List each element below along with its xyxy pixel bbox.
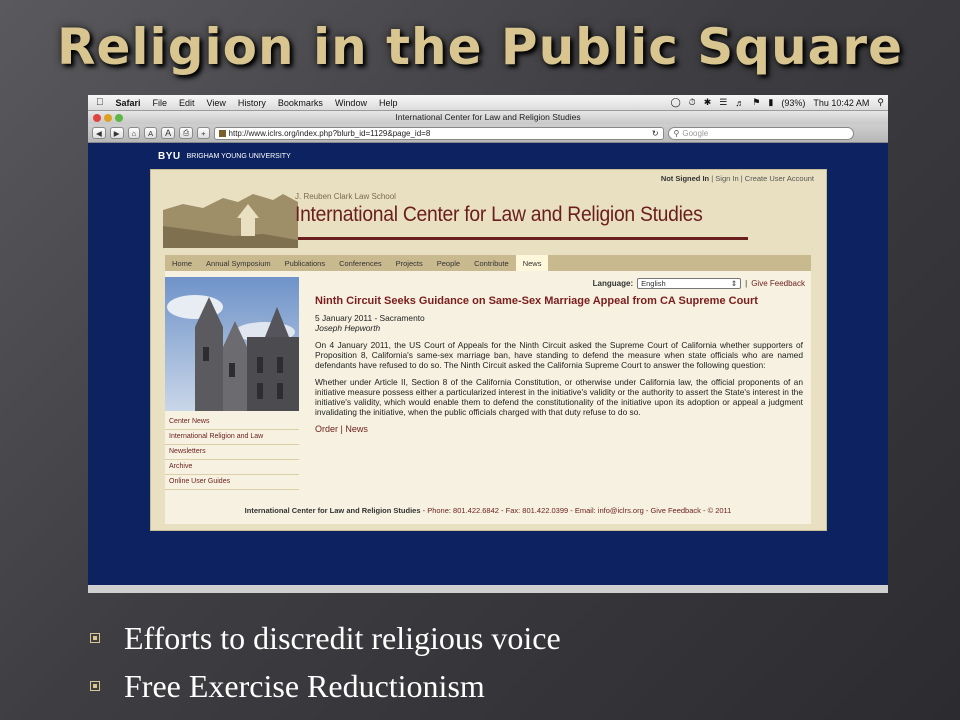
create-account-link[interactable]: Create User Account (745, 174, 814, 183)
bullet-square-icon (90, 681, 100, 691)
browser-toolbar: ◀ ▶ ⌂ A A ⎙ + http://www.iclrs.org/index… (88, 124, 888, 143)
apple-icon[interactable]:  (88, 97, 110, 108)
bluetooth-icon[interactable]: ✱ (700, 97, 716, 108)
text-larger-button[interactable]: A (161, 127, 176, 139)
search-input[interactable]: ⚲ Google (667, 126, 854, 140)
language-label: Language: (592, 279, 634, 288)
menu-window[interactable]: Window (329, 98, 373, 108)
search-icon: ⚲ (673, 128, 680, 138)
menubar-clock[interactable]: Thu 10:42 AM (809, 98, 873, 108)
menu-view[interactable]: View (201, 98, 232, 108)
menu-file[interactable]: File (147, 98, 174, 108)
side-nav: Center News International Religion and L… (165, 415, 299, 490)
news-link[interactable]: News (345, 424, 368, 434)
bullet-text: Free Exercise Reductionism (124, 667, 485, 704)
slide-bullets: Efforts to discredit religious voice Fre… (90, 614, 561, 710)
flag-icon[interactable]: ⚑ (748, 97, 764, 108)
nav-conferences[interactable]: Conferences (332, 259, 389, 268)
footer-feedback-link[interactable]: Give Feedback (650, 506, 700, 515)
article-paragraph-2: Whether under Article II, Section 8 of t… (315, 377, 803, 417)
sidenav-international-religion-law[interactable]: International Religion and Law (165, 430, 299, 445)
school-name: J. Reuben Clark Law School (295, 192, 396, 201)
battery-percent: (93%) (781, 97, 806, 108)
window-bottom-edge (88, 585, 888, 593)
article-headline: Ninth Circuit Seeks Guidance on Same-Sex… (315, 295, 758, 307)
article-paragraph-1: On 4 January 2011, the US Court of Appea… (315, 340, 803, 370)
news-article: Ninth Circuit Seeks Guidance on Same-Sex… (315, 295, 803, 435)
print-icon[interactable]: ⎙ (179, 127, 194, 139)
window-titlebar: International Center for Law and Religio… (88, 111, 888, 124)
home-button[interactable]: ⌂ (127, 127, 141, 139)
menu-edit[interactable]: Edit (173, 98, 201, 108)
mac-menubar:  Safari File Edit View History Bookmark… (88, 95, 888, 111)
nav-news[interactable]: News (515, 255, 549, 271)
spotlight-icon[interactable]: ⚲ (873, 97, 888, 108)
language-row: Language: English ⇕ | Give Feedback (592, 278, 805, 289)
forward-button[interactable]: ▶ (109, 127, 124, 139)
sidenav-archive[interactable]: Archive (165, 460, 299, 475)
bullet-item: Efforts to discredit religious voice (90, 614, 561, 662)
nav-home[interactable]: Home (165, 259, 199, 268)
content-area: Center News International Religion and L… (165, 271, 811, 524)
temple-photo (165, 277, 299, 411)
nav-contribute[interactable]: Contribute (467, 259, 516, 268)
window-title: International Center for Law and Religio… (395, 112, 581, 122)
nav-publications[interactable]: Publications (278, 259, 332, 268)
battery-icon[interactable]: ▮ (764, 97, 777, 108)
article-author: Joseph Hepworth (315, 323, 381, 333)
volume-icon[interactable]: ♬ (731, 98, 748, 108)
sidenav-newsletters[interactable]: Newsletters (165, 445, 299, 460)
url-text: http://www.iclrs.org/index.php?blurb_id=… (228, 128, 431, 138)
address-bar[interactable]: http://www.iclrs.org/index.php?blurb_id=… (213, 126, 664, 140)
slide-title: Religion in the Public Square (57, 18, 903, 76)
menu-help[interactable]: Help (373, 98, 404, 108)
byu-logo: BYU (158, 151, 181, 162)
select-arrows-icon: ⇕ (730, 279, 738, 288)
bullet-item: Free Exercise Reductionism (90, 662, 561, 710)
menu-app-safari[interactable]: Safari (110, 98, 147, 108)
signin-status: Not Signed In (660, 174, 710, 183)
bullet-square-icon (90, 633, 100, 643)
bullet-text: Efforts to discredit religious voice (124, 619, 561, 656)
signin-links: Not Signed In | Sign In | Create User Ac… (660, 174, 814, 183)
site-nav: Home Annual Symposium Publications Confe… (165, 255, 811, 271)
university-name: BRIGHAM YOUNG UNIVERSITY (186, 153, 291, 160)
sync-icon[interactable]: ◯ (667, 97, 685, 108)
order-link[interactable]: Order (315, 424, 338, 434)
sign-in-link[interactable]: Sign In (715, 174, 738, 183)
give-feedback-link[interactable]: Give Feedback (751, 279, 805, 288)
footer-phone: Phone: 801.422.6842 (427, 506, 499, 515)
footer-copyright: © 2011 (707, 506, 732, 515)
footer-fax: Fax: 801.422.0399 (505, 506, 569, 515)
byu-header[interactable]: BYU BRIGHAM YOUNG UNIVERSITY (158, 151, 291, 162)
language-value: English (641, 279, 666, 288)
footer-org: International Center for Law and Religio… (244, 506, 421, 515)
site-footer: International Center for Law and Religio… (244, 506, 732, 515)
search-placeholder: Google (682, 128, 709, 138)
sidenav-center-news[interactable]: Center News (165, 415, 299, 430)
footer-email[interactable]: Email: info@iclrs.org (575, 506, 644, 515)
back-button[interactable]: ◀ (92, 127, 106, 139)
menu-history[interactable]: History (232, 98, 272, 108)
article-links: Order | News (315, 424, 368, 434)
website-viewport: BYU BRIGHAM YOUNG UNIVERSITY Not Signed … (88, 143, 888, 593)
add-bookmark-button[interactable]: + (197, 127, 210, 139)
article-dateline: 5 January 2011 - Sacramento (315, 313, 425, 323)
language-select[interactable]: English ⇕ (637, 278, 742, 289)
nav-people[interactable]: People (430, 259, 467, 268)
site-favicon (218, 129, 226, 137)
time-machine-icon[interactable]: ⏱ (685, 97, 700, 108)
wifi-icon[interactable]: ☰ (715, 97, 731, 108)
nav-annual-symposium[interactable]: Annual Symposium (199, 259, 278, 268)
menu-bookmarks[interactable]: Bookmarks (272, 98, 329, 108)
sidenav-online-user-guides[interactable]: Online User Guides (165, 475, 299, 490)
site-page: Not Signed In | Sign In | Create User Ac… (150, 169, 827, 531)
nav-projects[interactable]: Projects (389, 259, 430, 268)
browser-screenshot:  Safari File Edit View History Bookmark… (88, 95, 888, 593)
org-name[interactable]: International Center for Law and Religio… (295, 203, 703, 227)
reload-icon[interactable]: ↻ (652, 129, 659, 138)
text-smaller-button[interactable]: A (144, 127, 158, 139)
